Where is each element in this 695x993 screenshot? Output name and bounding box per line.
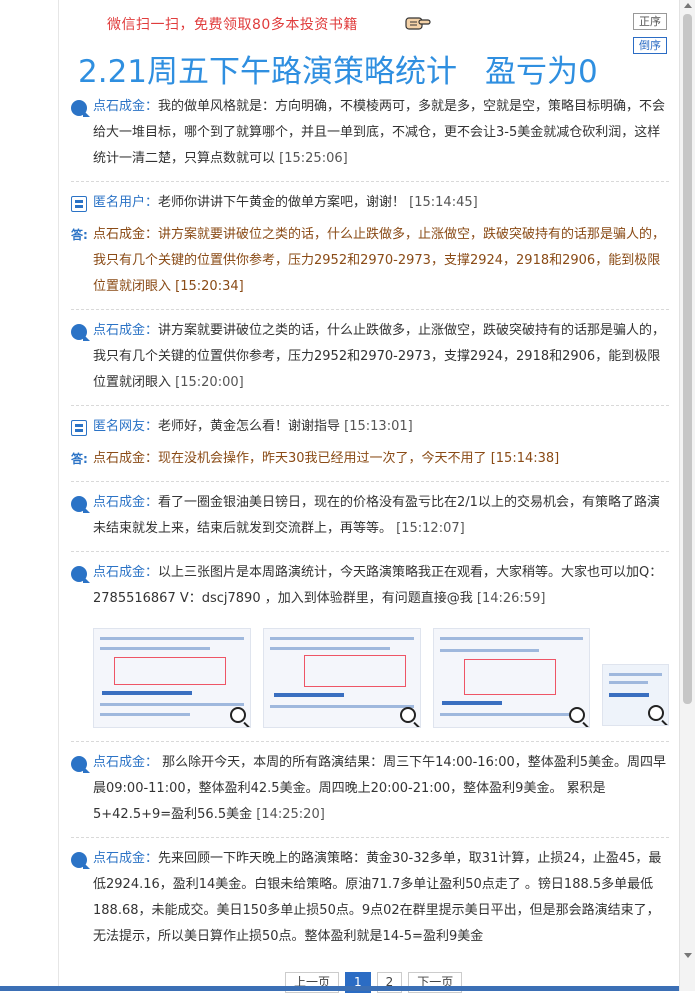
speech-bubble-icon [71,852,87,868]
timestamp: [15:14:38] [490,451,560,466]
list-item: 点石成金：以上三张图片是本周路演统计，今天路演策略我正在观看，大家稍等。大家也可… [71,552,669,742]
author-name: 匿名网友： [93,419,159,434]
sort-ascending-button[interactable]: 正序 [633,13,667,30]
image-thumbnail[interactable] [432,628,591,728]
speech-bubble-icon [71,324,87,340]
message-text: 先来回顾一下昨天晚上的路演策略：黄金30-32多单，取31计算，止损24，止盈4… [93,851,662,944]
speech-bubble-icon [71,566,87,582]
message-line: 点石成金： 那么除开今天，本周的所有路演结果：周三下午14:00-16:00，整… [71,750,669,828]
message-text: 那么除开今天，本周的所有路演结果：周三下午14:00-16:00，整体盈利5美金… [93,755,667,822]
message-text: 老师你讲讲下午黄金的做单方案吧，谢谢！ [158,195,406,210]
message-text: 以上三张图片是本周路演统计，今天路演策略我正在观看，大家稍等。大家也可以加Q：2… [93,565,663,606]
scroll-up-icon[interactable] [684,3,692,8]
timestamp: [14:25:20] [256,807,325,822]
page-title: 2.21周五下午路演策略统计 盈亏为0 [78,46,598,91]
zoom-icon[interactable] [569,707,586,723]
timestamp: [15:13:01] [344,419,413,434]
timestamp: [14:26:59] [476,591,546,606]
list-item: 匿名用户：老师你讲讲下午黄金的做单方案吧，谢谢！ [15:14:45] 答: 点… [71,182,669,310]
vertical-scrollbar[interactable] [679,0,695,991]
message-text: 看了一圈金银油美日镑日，现在的价格没有盈亏比在2/1以上的交易机会，有策略了路演… [93,495,660,536]
answer-author: 点石成金： [93,227,159,242]
content-panel: 微信扫一扫，免费领取80多本投资书籍 正序 倒序 2.21周五下午路演策略统计盈… [58,0,679,993]
timestamp: [15:14:45] [409,195,478,210]
pointing-hand-icon [405,17,431,30]
image-thumbnail[interactable] [602,664,669,726]
scrollbar-thumb[interactable] [683,14,692,704]
bottom-bar [0,986,695,991]
timestamp: [15:12:07] [396,521,465,536]
speech-bubble-icon [71,100,87,116]
answer-tag: 答: [71,452,88,466]
speech-bubble-icon [71,756,87,772]
sort-descending-button[interactable]: 倒序 [633,37,667,54]
image-thumbnail[interactable] [262,628,421,728]
list-item: 匿名网友：老师好，黄金怎么看！谢谢指导 [15:13:01] 答: 点石成金：现… [71,406,669,482]
author-name: 点石成金： [93,851,159,866]
author-name: 点石成金： [93,495,159,510]
answer-line: 答: 点石成金：现在没机会操作，昨天30我已经用过一次了，今天不用了 [15:1… [71,446,669,472]
list-item: 点石成金：我的做单风格就是：方向明确，不模棱两可，多就是多，空就是空，策略目标明… [71,86,669,182]
list-item: 点石成金：先来回顾一下昨天晚上的路演策略：黄金30-32多单，取31计算，止损2… [71,838,669,959]
zoom-icon[interactable] [399,707,416,723]
message-text: 我的做单风格就是：方向明确，不模棱两可，多就是多，空就是空，策略目标明确，不会给… [93,99,666,166]
list-item: 点石成金：讲方案就要讲破位之类的话，什么止跌做多，止涨做空，跌破突破持有的话那是… [71,310,669,406]
question-line: 匿名网友：老师好，黄金怎么看！谢谢指导 [15:13:01] [71,414,669,440]
answer-text: 现在没机会操作，昨天30我已经用过一次了，今天不用了 [158,451,487,466]
timestamp: [15:20:34] [175,279,244,294]
message-line: 点石成金：以上三张图片是本周路演统计，今天路演策略我正在观看，大家稍等。大家也可… [71,560,669,612]
answer-author: 点石成金： [93,451,159,466]
timestamp: [15:25:06] [279,151,348,166]
zoom-icon[interactable] [648,705,664,721]
message-line: 点石成金：看了一圈金银油美日镑日，现在的价格没有盈亏比在2/1以上的交易机会，有… [71,490,669,542]
image-thumbnail[interactable] [93,628,251,728]
anonymous-user-icon [71,196,87,212]
message-line: 点石成金：我的做单风格就是：方向明确，不模棱两可，多就是多，空就是空，策略目标明… [71,94,669,172]
timestamp: [15:20:00] [175,375,244,390]
list-item: 点石成金：看了一圈金银油美日镑日，现在的价格没有盈亏比在2/1以上的交易机会，有… [71,482,669,552]
message-text: 老师好，黄金怎么看！谢谢指导 [158,419,341,434]
author-name: 点石成金： [93,99,159,114]
answer-line: 答: 点石成金：讲方案就要讲破位之类的话，什么止跌做多，止涨做空，跌破突破持有的… [71,222,669,300]
title-result: 盈亏为0 [485,54,598,90]
author-name: 点石成金： [93,755,159,770]
image-thumbnails [93,628,669,728]
question-line: 匿名用户：老师你讲讲下午黄金的做单方案吧，谢谢！ [15:14:45] [71,190,669,216]
title-main: 2.21周五下午路演策略统计 [78,54,458,90]
message-line: 点石成金：讲方案就要讲破位之类的话，什么止跌做多，止涨做空，跌破突破持有的话那是… [71,318,669,396]
answer-tag: 答: [71,228,88,242]
author-name: 点石成金： [93,565,159,580]
anonymous-user-icon [71,420,87,436]
author-name: 点石成金： [93,323,159,338]
speech-bubble-icon [71,496,87,512]
scroll-down-icon[interactable] [684,953,692,958]
message-line: 点石成金：先来回顾一下昨天晚上的路演策略：黄金30-32多单，取31计算，止损2… [71,846,669,950]
list-item: 点石成金： 那么除开今天，本周的所有路演结果：周三下午14:00-16:00，整… [71,742,669,838]
promo-text[interactable]: 微信扫一扫，免费领取80多本投资书籍 [107,14,358,34]
message-feed: 点石成金：我的做单风格就是：方向明确，不模棱两可，多就是多，空就是空，策略目标明… [71,86,669,959]
author-name: 匿名用户： [93,195,159,210]
zoom-icon[interactable] [229,707,246,723]
